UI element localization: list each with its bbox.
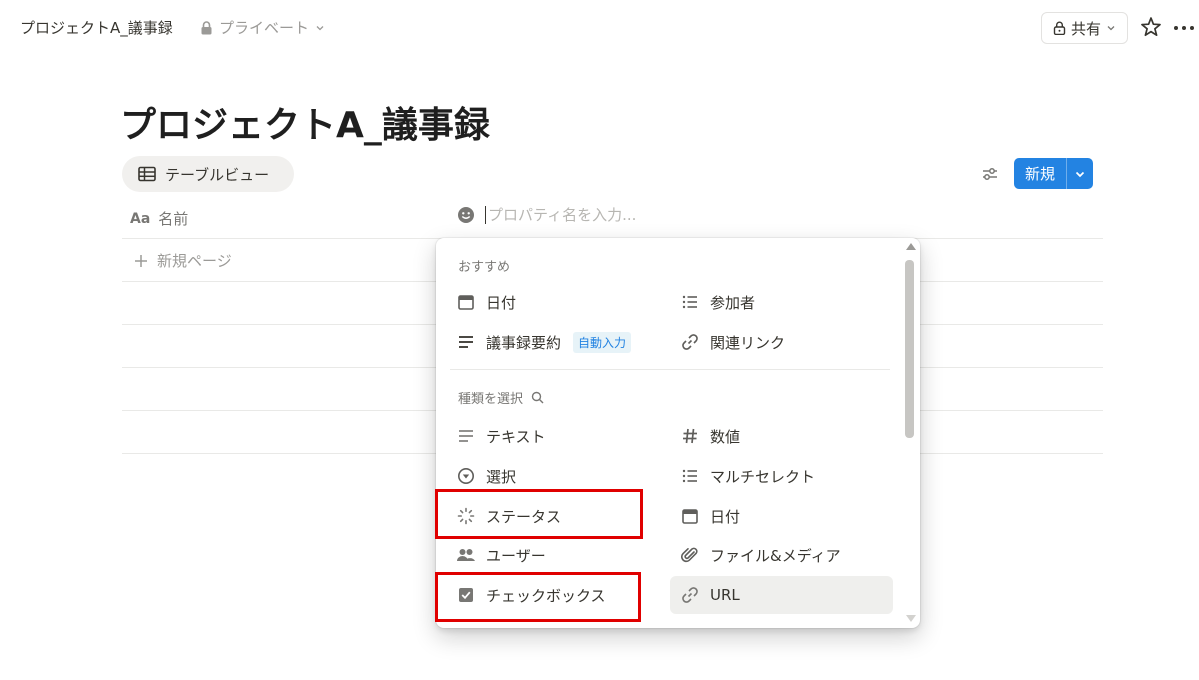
menu-item-label: 議事録要約 [486, 333, 562, 352]
settings-sliders-icon[interactable] [980, 164, 1000, 184]
hash-icon [680, 426, 700, 446]
breadcrumb-page-title[interactable]: プロジェクトA_議事録 [20, 17, 173, 38]
menu-item-label: マルチセレクト [710, 467, 816, 486]
menu-item-label: URL [710, 586, 740, 604]
menu-item-label: 参加者 [710, 293, 756, 312]
menu-item-date[interactable]: 日付 [680, 499, 740, 533]
menu-item-number[interactable]: 数値 [680, 419, 740, 453]
recommended-heading: おすすめ [458, 260, 511, 275]
menu-item-text[interactable]: テキスト [456, 419, 546, 453]
share-button[interactable]: 共有 [1041, 12, 1128, 44]
menu-item-label: テキスト [486, 427, 546, 446]
link-icon [680, 332, 700, 352]
auto-fill-badge: 自動入力 [573, 331, 632, 353]
privacy-dropdown[interactable]: プライベート [200, 17, 325, 38]
text-lines-icon [456, 332, 476, 352]
menu-item-label: 日付 [486, 293, 517, 312]
property-name-field [457, 206, 745, 224]
menu-item-label: 関連リンク [710, 333, 786, 352]
chevron-down-icon [1075, 171, 1085, 177]
share-label: 共有 [1070, 19, 1101, 38]
more-icon[interactable] [1172, 18, 1196, 38]
menu-item-meeting-summary[interactable]: 議事録要約 自動入力 [456, 325, 632, 359]
table-header: Aa 名前 [122, 196, 1103, 239]
types-heading-label: 種類を選択 [458, 392, 524, 407]
emoji-icon[interactable] [457, 206, 475, 224]
scroll-down-arrow[interactable] [906, 615, 916, 622]
menu-item-date-recommended[interactable]: 日付 [456, 285, 516, 319]
table-icon [138, 166, 156, 182]
menu-item-related-links[interactable]: 関連リンク [680, 325, 785, 359]
new-button-main[interactable]: 新規 [1014, 158, 1066, 189]
highlight-box-status [435, 489, 643, 539]
menu-item-user[interactable]: ユーザー [456, 538, 546, 572]
text-type-icon: Aa [130, 210, 151, 227]
tab-table-view[interactable]: テーブルビュー [122, 156, 294, 192]
column-name-label: 名前 [158, 210, 189, 228]
tab-table-view-label: テーブルビュー [165, 165, 270, 184]
page-title[interactable]: プロジェクトA_議事録 [120, 96, 490, 148]
text-lines-icon [456, 426, 476, 446]
menu-item-label: 数値 [710, 427, 741, 446]
menu-item-label: ファイル&メディア [710, 546, 841, 565]
link-icon [680, 585, 700, 605]
new-button[interactable]: 新規 [1014, 158, 1093, 189]
property-name-input[interactable] [485, 206, 745, 224]
highlight-box-checkbox [435, 572, 641, 622]
menu-divider [450, 369, 890, 370]
people-icon [456, 545, 476, 565]
menu-item-label: 日付 [710, 507, 741, 526]
list-icon [680, 466, 700, 486]
column-name-header[interactable]: Aa 名前 [130, 208, 188, 229]
list-icon [680, 292, 700, 312]
property-type-menu: おすすめ 日付 参加者 議事録要約 自動入力 関連リンク 種類を選択 テキスト … [436, 238, 920, 628]
privacy-label: プライベート [219, 19, 310, 37]
search-icon[interactable] [531, 391, 544, 404]
chevron-down-icon [316, 25, 324, 30]
select-icon [456, 466, 476, 486]
menu-item-url[interactable]: URL [670, 576, 893, 614]
new-button-dropdown[interactable] [1066, 158, 1093, 189]
menu-scrollbar[interactable] [905, 260, 914, 438]
new-page-label: 新規ページ [157, 252, 232, 270]
calendar-icon [680, 506, 700, 526]
lock-icon [1053, 21, 1066, 35]
menu-item-label: ユーザー [486, 546, 546, 565]
menu-item-multi-select[interactable]: マルチセレクト [680, 459, 815, 493]
calendar-icon [456, 292, 476, 312]
star-icon[interactable] [1140, 15, 1162, 39]
menu-item-files-media[interactable]: ファイル&メディア [680, 538, 841, 572]
menu-item-select[interactable]: 選択 [456, 459, 516, 493]
menu-item-label: 選択 [486, 467, 517, 486]
menu-item-participants[interactable]: 参加者 [680, 285, 755, 319]
paperclip-icon [680, 545, 700, 565]
types-heading: 種類を選択 [458, 388, 544, 407]
lock-icon [201, 20, 212, 34]
chevron-down-icon [1107, 26, 1115, 31]
new-page-button[interactable]: 新規ページ [134, 250, 232, 271]
scroll-up-arrow[interactable] [906, 243, 916, 250]
top-bar: プロジェクトA_議事録 プライベート 共有 [0, 0, 1199, 56]
plus-icon [135, 254, 147, 267]
